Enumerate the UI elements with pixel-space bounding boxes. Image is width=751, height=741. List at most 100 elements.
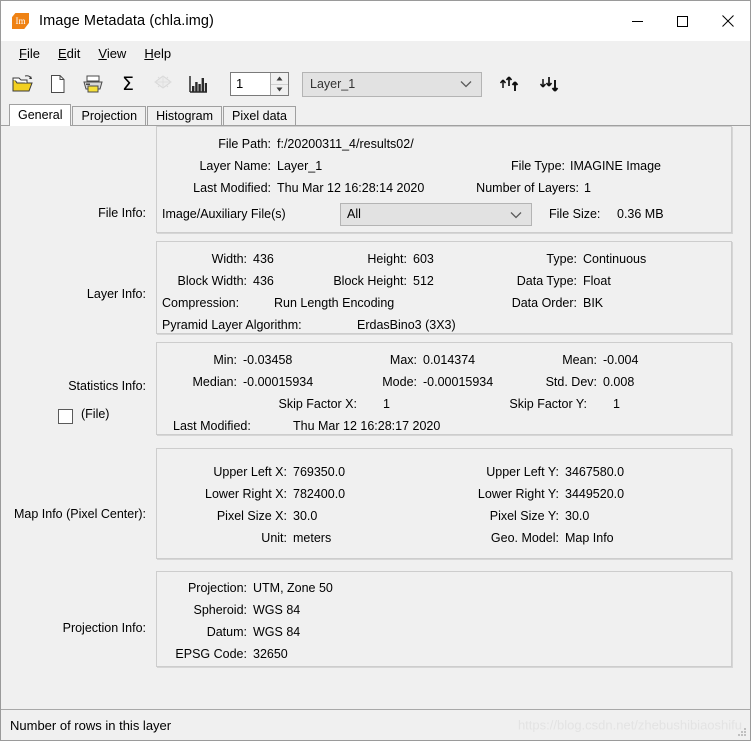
statistics-file-checkbox[interactable] xyxy=(58,409,73,424)
data-type-value: Float xyxy=(583,274,611,288)
statistics-last-modified-label: Last Modified: xyxy=(173,419,251,433)
projection-value: UTM, Zone 50 xyxy=(253,581,333,595)
pyramid-algorithm-label: Pyramid Layer Algorithm: xyxy=(162,318,302,332)
app-logo-glyph: Im xyxy=(15,16,26,26)
median-value: -0.00015934 xyxy=(243,375,314,389)
statistics-file-checkbox-label: (File) xyxy=(81,407,110,421)
tab-projection[interactable]: Projection xyxy=(72,106,147,125)
unit-value: meters xyxy=(293,531,332,545)
projection-info-panel: Projection: UTM, Zone 50 Spheroid: WGS 8… xyxy=(156,571,732,667)
layer-info-panel: Width: 436 Height: 603 Type: Continuous … xyxy=(156,241,732,334)
menu-file-rest: ile xyxy=(26,45,40,61)
last-modified-value: Thu Mar 12 16:28:14 2020 xyxy=(277,181,425,195)
max-value: 0.014374 xyxy=(423,353,476,367)
skip-factor-y-label: Skip Factor Y: xyxy=(509,397,587,411)
move-layer-up-icon[interactable] xyxy=(498,72,522,96)
pyramid-layers-icon xyxy=(151,72,175,96)
stepper-down-icon[interactable] xyxy=(271,84,288,95)
lower-right-x-value: 782400.0 xyxy=(293,487,346,501)
new-file-icon[interactable] xyxy=(46,72,70,96)
statistics-info-panel: Min: -0.03458 Max: 0.014374 Mean: -0.004… xyxy=(156,342,732,435)
move-layer-down-icon[interactable] xyxy=(538,72,562,96)
spheroid-label: Spheroid: xyxy=(193,603,247,617)
tab-general[interactable]: General xyxy=(9,104,72,126)
menu-view-rest: iew xyxy=(106,45,127,61)
epsg-code-label: EPSG Code: xyxy=(175,647,247,661)
data-type-label: Data Type: xyxy=(516,274,577,288)
chevron-down-icon xyxy=(460,77,472,91)
menu-bar: File Edit View Help xyxy=(1,41,750,65)
mean-value: -0.004 xyxy=(603,353,639,367)
file-path-value: f:/20200311_4/results02/ xyxy=(277,137,414,151)
status-bar: Number of rows in this layer https://blo… xyxy=(1,709,750,740)
layer-name-value: Layer_1 xyxy=(277,159,323,173)
file-size-value: 0.36 MB xyxy=(617,207,664,221)
image-metadata-window: Im Image Metadata (chla.img) File Edit V… xyxy=(0,0,751,741)
lower-right-x-label: Lower Right X: xyxy=(205,487,287,501)
menu-file[interactable]: File xyxy=(10,44,49,63)
file-info-label: File Info: xyxy=(98,206,146,220)
mode-label: Mode: xyxy=(382,375,417,389)
datum-value: WGS 84 xyxy=(253,625,301,639)
chevron-down-icon xyxy=(510,200,522,230)
geo-model-value: Map Info xyxy=(565,531,614,545)
tab-histogram[interactable]: Histogram xyxy=(147,106,223,125)
toolbar: Σ 1 Layer_1 xyxy=(1,65,750,103)
aux-files-dropdown[interactable]: All xyxy=(340,203,532,226)
file-type-value: IMAGINE Image xyxy=(570,159,661,173)
statistics-last-modified-value: Thu Mar 12 16:28:17 2020 xyxy=(293,419,441,433)
watermark-text: https://blog.csdn.net/zhebushibiaoshifu xyxy=(517,717,742,733)
menu-view-mnemonic: V xyxy=(98,45,107,61)
width-label: Width: xyxy=(211,252,247,266)
height-value: 603 xyxy=(413,252,434,266)
upper-left-y-value: 3467580.0 xyxy=(565,465,625,479)
upper-left-y-label: Upper Left Y: xyxy=(486,465,559,479)
status-message: Number of rows in this layer xyxy=(10,717,172,733)
stepper-up-icon[interactable] xyxy=(271,73,288,85)
number-of-layers-value: 1 xyxy=(584,181,591,195)
layer-name-label: Layer Name: xyxy=(199,159,271,173)
window-title: Image Metadata (chla.img) xyxy=(39,13,214,29)
projection-info-label: Projection Info: xyxy=(62,621,146,635)
title-bar: Im Image Metadata (chla.img) xyxy=(1,1,750,41)
stepper-buttons xyxy=(270,73,288,95)
menu-edit-rest: dit xyxy=(66,45,81,61)
map-info-panel: Upper Left X: 769350.0 Upper Left Y: 346… xyxy=(156,448,732,559)
close-button[interactable] xyxy=(705,1,750,41)
print-icon[interactable] xyxy=(81,72,105,96)
menu-help-rest: elp xyxy=(153,45,172,61)
tab-strip: General Projection Histogram Pixel data xyxy=(1,103,750,126)
menu-edit[interactable]: Edit xyxy=(49,44,89,63)
minimize-button[interactable] xyxy=(615,1,660,41)
skip-factor-y-value: 1 xyxy=(613,397,620,411)
geo-model-label: Geo. Model: xyxy=(490,531,559,545)
pyramid-algorithm-value: ErdasBino3 (3X3) xyxy=(357,318,456,332)
mean-label: Mean: xyxy=(562,353,597,367)
open-file-icon[interactable] xyxy=(11,72,35,96)
file-size-label: File Size: xyxy=(549,207,601,221)
sigma-statistics-icon[interactable]: Σ xyxy=(116,72,140,96)
histogram-icon[interactable] xyxy=(186,72,210,96)
type-label: Type: xyxy=(546,252,577,266)
menu-help-mnemonic: H xyxy=(144,45,154,61)
menu-view[interactable]: View xyxy=(89,44,135,63)
skip-factor-x-value: 1 xyxy=(383,397,390,411)
menu-help[interactable]: Help xyxy=(135,44,180,63)
maximize-button[interactable] xyxy=(660,1,705,41)
layer-select-value: Layer_1 xyxy=(310,77,356,91)
file-path-label: File Path: xyxy=(218,137,271,151)
layer-number-stepper[interactable]: 1 xyxy=(230,72,289,96)
tab-pixel-data[interactable]: Pixel data xyxy=(223,106,296,125)
stddev-value: 0.008 xyxy=(603,375,635,389)
spheroid-value: WGS 84 xyxy=(253,603,301,617)
median-label: Median: xyxy=(192,375,237,389)
general-tab-content: File Info: File Path: f:/20200311_4/resu… xyxy=(1,125,750,709)
resize-grip[interactable] xyxy=(736,726,747,737)
layer-select-dropdown[interactable]: Layer_1 xyxy=(302,71,482,97)
pixel-size-y-label: Pixel Size Y: xyxy=(489,509,559,523)
data-order-value: BIK xyxy=(583,296,604,310)
layer-number-input[interactable]: 1 xyxy=(231,73,270,95)
max-label: Max: xyxy=(389,353,417,367)
min-value: -0.03458 xyxy=(243,353,293,367)
lower-right-y-label: Lower Right Y: xyxy=(477,487,559,501)
